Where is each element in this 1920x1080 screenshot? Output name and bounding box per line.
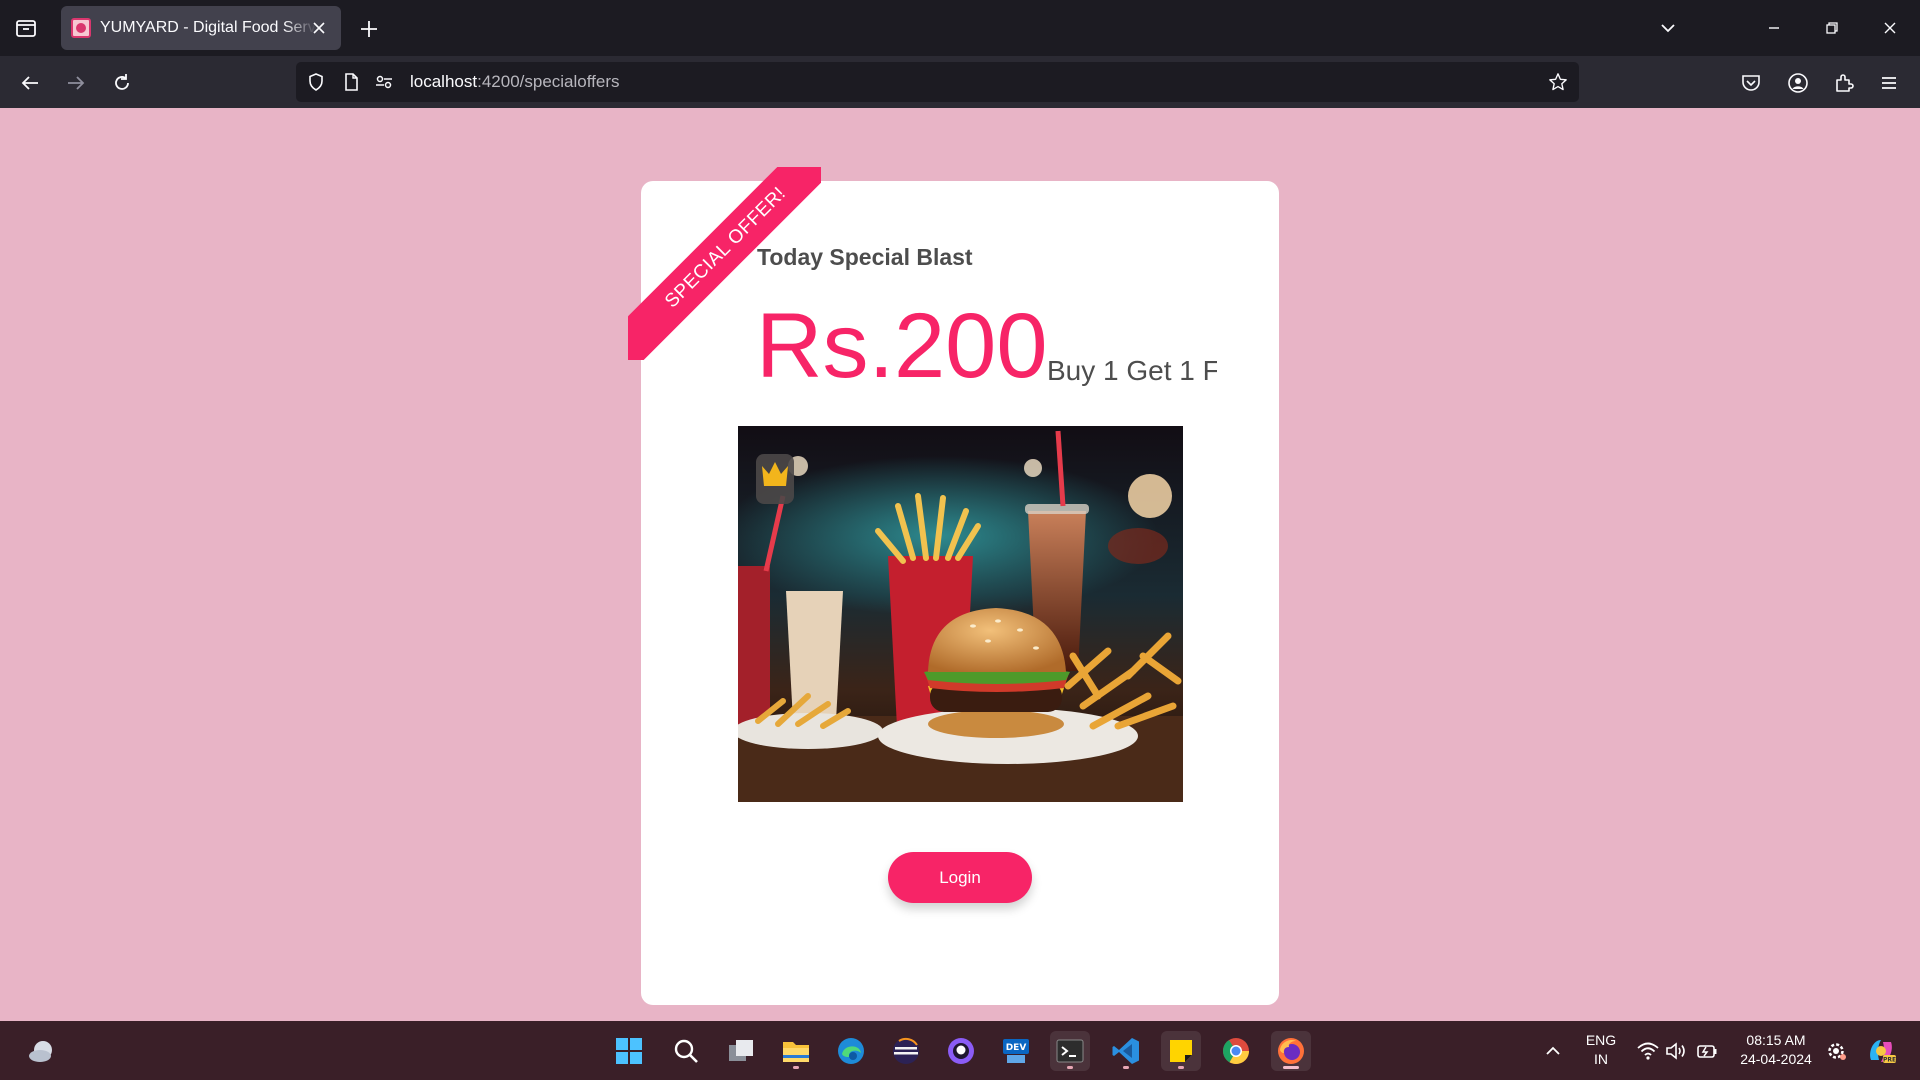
back-arrow-icon[interactable] xyxy=(15,68,45,98)
minimize-icon[interactable] xyxy=(1760,14,1788,42)
chrome-icon[interactable] xyxy=(1216,1031,1256,1071)
input-language-indicator[interactable]: ENG IN xyxy=(1580,1031,1622,1069)
sticky-notes-icon[interactable] xyxy=(1161,1031,1201,1071)
login-button[interactable]: Login xyxy=(888,852,1032,903)
show-hidden-icons-chevron-icon[interactable] xyxy=(1533,1031,1573,1071)
start-icon[interactable] xyxy=(609,1031,649,1071)
edge-icon[interactable] xyxy=(831,1031,871,1071)
extensions-icon[interactable] xyxy=(1829,68,1859,98)
pocket-icon[interactable] xyxy=(1736,68,1766,98)
weather-widget-icon[interactable] xyxy=(22,1031,62,1071)
yumyard-favicon-icon xyxy=(71,18,91,38)
browser-tab[interactable]: YUMYARD - Digital Food Service xyxy=(61,6,341,50)
dev-home-icon[interactable]: DEV xyxy=(996,1031,1036,1071)
permissions-icon[interactable] xyxy=(374,72,394,92)
tab-overflow-chevron-icon[interactable] xyxy=(1654,14,1682,42)
new-tab-icon[interactable] xyxy=(356,16,382,42)
address-bar[interactable]: localhost:4200/specialoffers xyxy=(296,62,1579,102)
url-text[interactable]: localhost:4200/specialoffers xyxy=(410,72,620,92)
offer-price: Rs.200 xyxy=(756,295,1048,397)
account-icon[interactable] xyxy=(1783,68,1813,98)
offer-headline: Today Special Blast xyxy=(757,244,973,270)
running-indicator xyxy=(1178,1066,1184,1069)
url-path: :4200/specialoffers xyxy=(477,72,620,91)
region-code: IN xyxy=(1594,1051,1608,1067)
restore-icon[interactable] xyxy=(1818,14,1846,42)
github-desktop-icon[interactable] xyxy=(941,1031,981,1071)
vscode-icon[interactable] xyxy=(1106,1031,1146,1071)
focus-assist-gear-icon[interactable] xyxy=(1816,1031,1856,1071)
clock[interactable]: 08:15 AM 24-04-2024 xyxy=(1733,1031,1819,1069)
task-view-icon[interactable] xyxy=(721,1031,761,1071)
eclipse-icon[interactable] xyxy=(886,1031,926,1071)
list-all-tabs-icon[interactable] xyxy=(12,14,40,42)
clock-time: 08:15 AM xyxy=(1746,1032,1806,1048)
offer-description: Buy 1 Get 1 Free xyxy=(1047,355,1217,386)
navigation-toolbar: localhost:4200/specialoffers xyxy=(0,56,1920,108)
reload-icon[interactable] xyxy=(107,68,137,98)
tab-strip: YUMYARD - Digital Food Service xyxy=(0,0,1920,56)
forward-arrow-icon[interactable] xyxy=(61,68,91,98)
firefox-icon[interactable] xyxy=(1271,1031,1311,1071)
language-code: ENG xyxy=(1585,1032,1617,1048)
active-indicator xyxy=(1283,1066,1299,1069)
terminal-icon[interactable] xyxy=(1050,1031,1090,1071)
close-window-icon[interactable] xyxy=(1876,14,1904,42)
url-host: localhost xyxy=(410,72,478,91)
page-info-icon[interactable] xyxy=(341,72,361,92)
running-indicator xyxy=(1067,1066,1073,1069)
copilot-icon[interactable]: PRE xyxy=(1861,1031,1901,1071)
hamburger-menu-icon[interactable] xyxy=(1874,68,1904,98)
tracking-protection-shield-icon[interactable] xyxy=(306,72,326,92)
burger-combo-image xyxy=(738,426,1183,802)
clock-date: 24-04-2024 xyxy=(1740,1051,1812,1067)
svg-text:DEV: DEV xyxy=(1006,1043,1027,1053)
search-icon[interactable] xyxy=(666,1031,706,1071)
battery-charging-icon[interactable] xyxy=(1687,1031,1727,1071)
windows-taskbar: DEV ENG IN 08:15 AM 24-04-2024 PRE xyxy=(0,1021,1920,1080)
running-indicator xyxy=(793,1066,799,1069)
running-indicator xyxy=(1123,1066,1129,1069)
tab-title: YUMYARD - Digital Food Service xyxy=(100,19,316,36)
file-explorer-icon[interactable] xyxy=(776,1031,816,1071)
close-tab-icon[interactable] xyxy=(309,18,329,38)
svg-text:PRE: PRE xyxy=(1883,1057,1896,1064)
bookmark-star-icon[interactable] xyxy=(1548,72,1568,92)
